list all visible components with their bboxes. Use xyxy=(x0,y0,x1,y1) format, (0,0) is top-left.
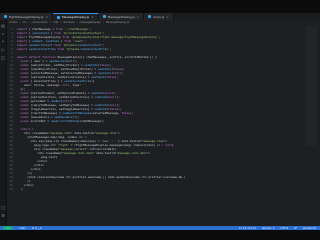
breadcrumb[interactable]: chaalo › src › components › chat › windows › messa… xyxy=(9,21,131,25)
editor-tab[interactable]: main.js × xyxy=(144,13,174,20)
explorer-icon[interactable]: ▤ xyxy=(1,24,5,28)
code-editor[interactable]: 1 import { ChatMessage } from './chatMess… xyxy=(7,27,307,191)
breadcrumb-segment[interactable]: chat xyxy=(53,21,59,24)
activity-bar: ▤ ⌕ ⑂ ▷ ◫ ◯ ⚙ xyxy=(0,20,7,226)
status-bar: >< main ⊗ 0 △ 0 Ln 14, Col 22 Spaces: 2 … xyxy=(0,226,320,230)
js-file-icon xyxy=(148,15,152,18)
tab-label: MessageDisplay.js xyxy=(61,15,90,19)
editor-tab[interactable]: FightMessageDisplay.js × xyxy=(0,13,53,20)
line-number: 41 xyxy=(9,187,13,191)
line-ending[interactable]: LF xyxy=(294,227,297,230)
code-line[interactable]: 41 ); xyxy=(7,187,307,191)
editor-tab[interactable]: MessageDisplay.js × xyxy=(98,13,145,20)
cursor-position[interactable]: Ln 14, Col 22 xyxy=(239,227,256,230)
extensions-icon[interactable]: ◫ xyxy=(1,56,5,60)
tab-label: MessageDisplay.js xyxy=(107,14,135,19)
encoding[interactable]: UTF-8 xyxy=(280,227,288,230)
minimap[interactable] xyxy=(305,26,317,146)
search-icon[interactable]: ⌕ xyxy=(1,32,5,36)
breadcrumb-segment[interactable]: chaalo xyxy=(9,21,18,24)
screen: FightMessageDisplay.js × MessageDisplay.js… xyxy=(0,0,320,240)
branch-indicator[interactable]: main xyxy=(19,227,25,230)
warning-count: 0 xyxy=(40,226,42,230)
breadcrumb-segment[interactable]: src xyxy=(23,21,27,24)
code-text: ); xyxy=(17,187,24,191)
tab-label: FightMessageDisplay.js xyxy=(9,14,44,19)
chevron-right-icon: › xyxy=(60,21,62,24)
account-icon[interactable]: ◯ xyxy=(1,206,5,210)
breadcrumb-segment[interactable]: MessageDisplay.js xyxy=(106,21,129,24)
breadcrumb-segment[interactable]: components xyxy=(31,21,47,24)
breadcrumb-segment[interactable]: windows xyxy=(63,21,74,24)
run-debug-icon[interactable]: ▷ xyxy=(1,48,5,52)
js-file-icon xyxy=(4,15,7,18)
js-file-icon xyxy=(56,15,60,19)
chevron-right-icon: › xyxy=(19,21,21,24)
language-mode[interactable]: JavaScript xyxy=(303,227,316,230)
close-icon[interactable]: × xyxy=(137,15,140,19)
tab-bar: FightMessageDisplay.js × MessageDisplay.js… xyxy=(0,13,320,20)
tab-label: main.js xyxy=(153,14,165,19)
editor-tab[interactable]: MessageDisplay.js × xyxy=(52,13,99,20)
error-icon: ⊗ xyxy=(31,226,35,230)
js-file-icon xyxy=(102,15,106,18)
close-icon[interactable]: × xyxy=(166,15,169,19)
status-right: Ln 14, Col 22 Spaces: 2 UTF-8 LF JavaScr… xyxy=(239,227,316,230)
source-control-icon[interactable]: ⑂ xyxy=(1,40,5,44)
chevron-right-icon: › xyxy=(102,21,104,24)
remote-indicator[interactable]: >< xyxy=(3,226,14,230)
settings-gear-icon[interactable]: ⚙ xyxy=(1,214,5,218)
problems-indicator[interactable]: ⊗ 0 △ 0 xyxy=(32,227,42,230)
editor-area: ▤ ⌕ ⑂ ▷ ◫ ◯ ⚙ chaalo › src › components › chat… xyxy=(0,20,320,226)
close-icon[interactable]: × xyxy=(91,15,94,19)
breadcrumb-segment[interactable]: messageDisplay xyxy=(80,21,101,24)
chevron-right-icon: › xyxy=(28,21,30,24)
close-icon[interactable]: × xyxy=(45,15,48,19)
chevron-right-icon: › xyxy=(49,21,51,24)
chevron-right-icon: › xyxy=(76,21,78,24)
indentation[interactable]: Spaces: 2 xyxy=(262,227,275,230)
